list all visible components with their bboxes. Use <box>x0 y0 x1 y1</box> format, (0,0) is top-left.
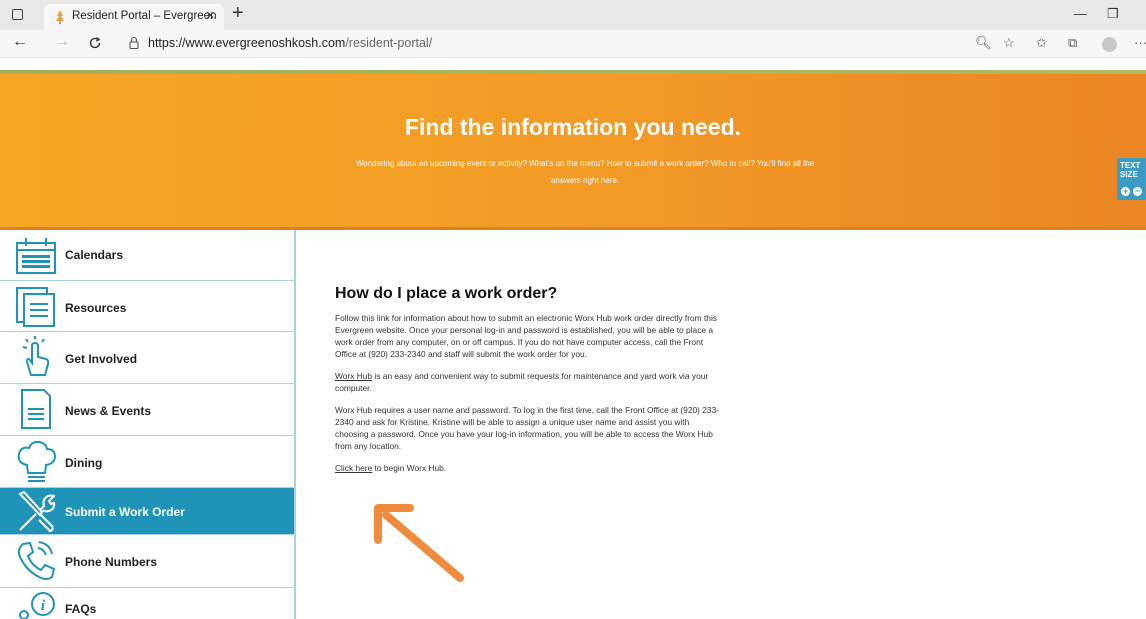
browser-tab[interactable]: Resident Portal – Evergreen × <box>44 4 224 30</box>
annotation-arrow-icon <box>374 504 464 582</box>
text-size-widget: TEXT SIZE + − <box>1117 158 1146 200</box>
favorite-star-icon[interactable]: ☆ <box>1003 35 1015 51</box>
sidebar-item-label: FAQs <box>65 602 97 616</box>
text-size-decrease-button[interactable]: − <box>1133 187 1142 196</box>
worx-hub-description: is an easy and convenient way to submit … <box>335 371 709 393</box>
hero-title: Find the information you need. <box>404 114 742 140</box>
restore-button[interactable]: ❐ <box>1107 6 1119 22</box>
login-paragraph: Worx Hub requires a user name and passwo… <box>335 405 720 451</box>
sidebar-item-calendars[interactable]: Calendars <box>0 230 294 281</box>
tab-title: Resident Portal – Evergreen <box>72 10 217 22</box>
hero-banner: Find the information you need. Wondering… <box>0 74 1146 230</box>
click-here-text: to begin Worx Hub. <box>372 463 447 473</box>
sidebar-item-submit-work-order[interactable]: Submit a Work Order <box>0 488 294 535</box>
click-here-paragraph: Click here to begin Worx Hub. <box>335 462 720 474</box>
zoom-icon[interactable]: 🔍︎ <box>975 35 992 51</box>
wrench-screwdriver-icon <box>18 490 56 533</box>
sidebar-item-news-events[interactable]: News & Events <box>0 384 294 436</box>
collections-icon[interactable]: ⧉ <box>1068 35 1077 51</box>
sidebar-item-label: Get Involved <box>65 352 138 366</box>
lock-icon[interactable] <box>129 36 139 49</box>
hand-pointer-icon <box>22 336 50 376</box>
sidebar-item-label: Submit a Work Order <box>65 505 185 519</box>
browser-tab-bar: Resident Portal – Evergreen × + — ❐ <box>0 0 1146 30</box>
sidebar-item-faqs[interactable]: i FAQs <box>0 588 294 619</box>
info-icon: i <box>19 592 55 619</box>
click-here-link[interactable]: Click here <box>335 463 372 473</box>
sidebar-item-label: Calendars <box>65 248 124 262</box>
text-size-increase-button[interactable]: + <box>1121 187 1130 196</box>
minimize-button[interactable]: — <box>1074 6 1087 21</box>
more-menu-icon[interactable]: ··· <box>1134 35 1146 50</box>
documents-icon <box>16 287 55 327</box>
sidebar-item-phone-numbers[interactable]: Phone Numbers <box>0 535 294 588</box>
worx-hub-link[interactable]: Worx Hub <box>335 371 372 381</box>
back-icon[interactable]: ← <box>12 33 28 51</box>
url-field[interactable]: https://www.evergreenoshkosh.com/residen… <box>148 36 432 50</box>
sidebar-item-get-involved[interactable]: Get Involved <box>0 332 294 384</box>
sidebar-item-resources[interactable]: Resources <box>0 281 294 332</box>
svg-text:i: i <box>41 598 46 614</box>
newspaper-icon <box>21 389 51 429</box>
worx-hub-paragraph: Worx Hub is an easy and convenient way t… <box>335 370 720 394</box>
sidebar-item-label: News & Events <box>65 404 152 418</box>
hero-subtitle: Wondering about an upcoming event or act… <box>355 159 815 185</box>
tab-close-icon[interactable]: × <box>206 7 215 24</box>
sidebar-item-dining[interactable]: Dining <box>0 436 294 488</box>
new-tab-button[interactable]: + <box>232 2 244 25</box>
main-content: How do I place a work order? Follow this… <box>335 285 720 484</box>
evergreen-favicon-icon <box>56 10 64 24</box>
address-bar: ← → https://www.evergreenoshkosh.com/res… <box>0 30 1146 58</box>
url-path: /resident-portal/ <box>345 36 433 50</box>
phone-icon <box>17 541 56 580</box>
sidebar-item-label: Resources <box>65 301 127 315</box>
refresh-icon[interactable] <box>88 36 102 50</box>
url-host: https://www.evergreenoshkosh.com <box>148 36 346 50</box>
tab-actions-icon[interactable] <box>12 9 23 20</box>
profile-avatar[interactable] <box>1102 37 1117 52</box>
sidebar-item-label: Phone Numbers <box>65 555 158 569</box>
sidebar-nav: Calendars Resources Get Involved News & <box>0 230 296 619</box>
page-title: How do I place a work order? <box>335 285 558 302</box>
sidebar-item-label: Dining <box>65 456 103 470</box>
favorites-list-icon[interactable]: ✩ <box>1036 35 1047 51</box>
calendar-icon <box>16 238 56 274</box>
text-size-label: TEXT SIZE <box>1120 161 1141 179</box>
intro-paragraph: Follow this link for information about h… <box>335 313 717 359</box>
forward-icon[interactable]: → <box>54 33 70 51</box>
chef-hat-icon <box>17 440 57 482</box>
